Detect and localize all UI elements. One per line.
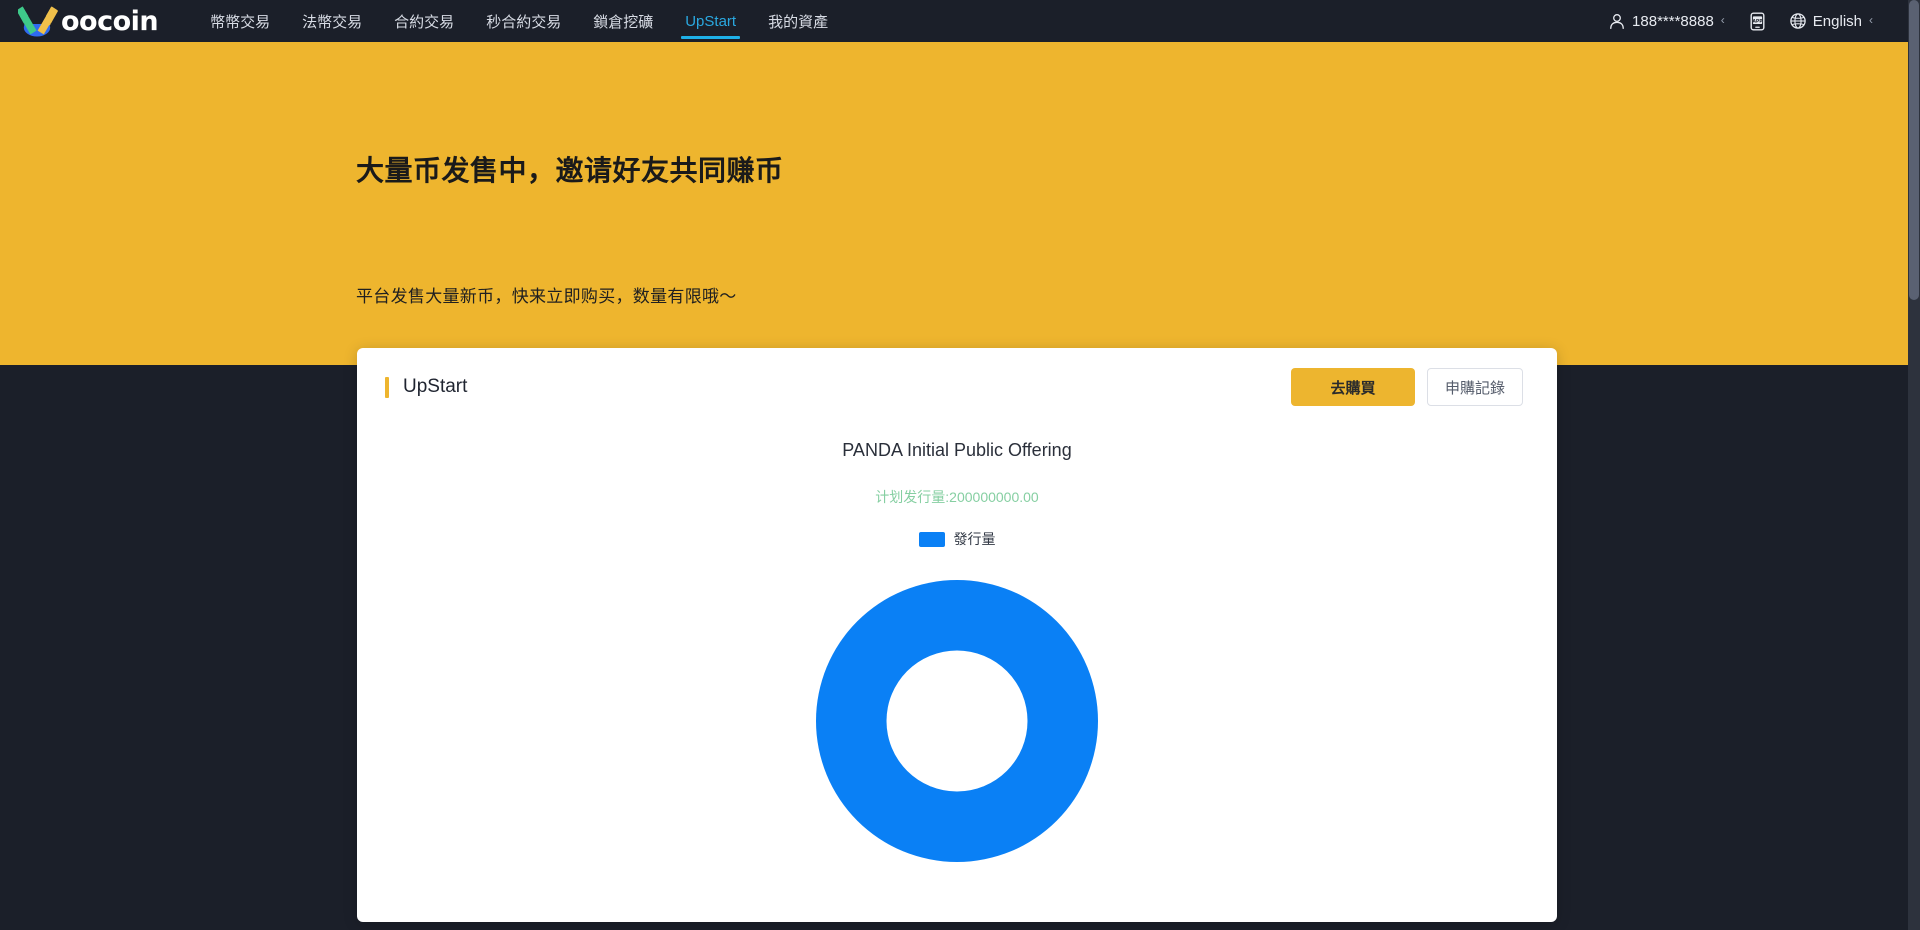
- chart-subtitle: 计划发行量:200000000.00: [357, 461, 1557, 507]
- page-scrollbar[interactable]: [1908, 0, 1920, 930]
- app-download-icon: APP: [1749, 12, 1766, 31]
- ipo-chart: PANDA Initial Public Offering 计划发行量:2000…: [357, 426, 1557, 922]
- globe-icon: [1790, 13, 1806, 29]
- subscription-records-button[interactable]: 申購記錄: [1427, 368, 1523, 406]
- donut-chart[interactable]: [816, 580, 1098, 862]
- svg-text:APP: APP: [1752, 18, 1763, 24]
- nav-item-lock-mining[interactable]: 鎖倉挖礦: [577, 0, 669, 42]
- voocoin-logo[interactable]: oocoin: [18, 0, 158, 42]
- banner-subtitle: 平台发售大量新币，快来立即购买，数量有限哦～: [356, 282, 737, 307]
- legend-swatch-issuance: [919, 532, 945, 547]
- nav-item-fiat[interactable]: 法幣交易: [286, 0, 378, 42]
- card-title-group: UpStart: [385, 376, 467, 398]
- nav-item-my-assets[interactable]: 我的資產: [752, 0, 844, 42]
- buy-button[interactable]: 去購買: [1291, 368, 1415, 406]
- chevron-down-icon: ‹: [1869, 13, 1873, 27]
- card-action-buttons: 去購買 申購記錄: [1291, 368, 1523, 406]
- scrollbar-thumb[interactable]: [1909, 0, 1919, 300]
- site-header: oocoin 幣幣交易 法幣交易 合約交易 秒合約交易 鎖倉挖礦 UpStart…: [0, 0, 1908, 42]
- voocoin-v-logo-icon: [18, 4, 64, 38]
- nav-item-second-contract[interactable]: 秒合約交易: [470, 0, 577, 42]
- nav-item-bibi[interactable]: 幣幣交易: [194, 0, 286, 42]
- page-title: UpStart: [403, 376, 467, 398]
- title-accent-bar: [385, 377, 389, 398]
- account-phone-label: 188****8888: [1632, 13, 1714, 30]
- chart-title: PANDA Initial Public Offering: [357, 426, 1557, 461]
- logo-wordmark: oocoin: [61, 8, 158, 35]
- banner-title: 大量币发售中，邀请好友共同赚币: [356, 153, 784, 189]
- user-icon: [1609, 13, 1625, 30]
- donut-hole: [887, 650, 1028, 791]
- account-menu[interactable]: 188****8888 ‹: [1600, 0, 1734, 42]
- nav-item-upstart[interactable]: UpStart: [669, 0, 752, 42]
- nav-item-contract[interactable]: 合約交易: [378, 0, 470, 42]
- upstart-card: UpStart 去購買 申購記錄 PANDA Initial Public Of…: [357, 348, 1557, 922]
- language-selector[interactable]: English ‹: [1781, 0, 1882, 42]
- legend-label-issuance: 發行量: [954, 529, 996, 549]
- language-label: English: [1813, 13, 1862, 30]
- chevron-down-icon: ‹: [1721, 13, 1725, 27]
- chart-legend[interactable]: 發行量: [919, 529, 996, 549]
- promo-banner: 大量币发售中，邀请好友共同赚币 平台发售大量新币，快来立即购买，数量有限哦～: [0, 42, 1908, 365]
- banner-content: 大量币发售中，邀请好友共同赚币 平台发售大量新币，快来立即购买，数量有限哦～: [356, 42, 1456, 365]
- main-nav: 幣幣交易 法幣交易 合約交易 秒合約交易 鎖倉挖礦 UpStart 我的資產: [194, 0, 844, 42]
- page-root: oocoin 幣幣交易 法幣交易 合約交易 秒合約交易 鎖倉挖礦 UpStart…: [0, 0, 1920, 930]
- app-download-button[interactable]: APP: [1740, 0, 1775, 42]
- header-right-group: 188****8888 ‹ APP: [1600, 0, 1908, 42]
- card-header: UpStart 去購買 申購記錄: [357, 348, 1557, 426]
